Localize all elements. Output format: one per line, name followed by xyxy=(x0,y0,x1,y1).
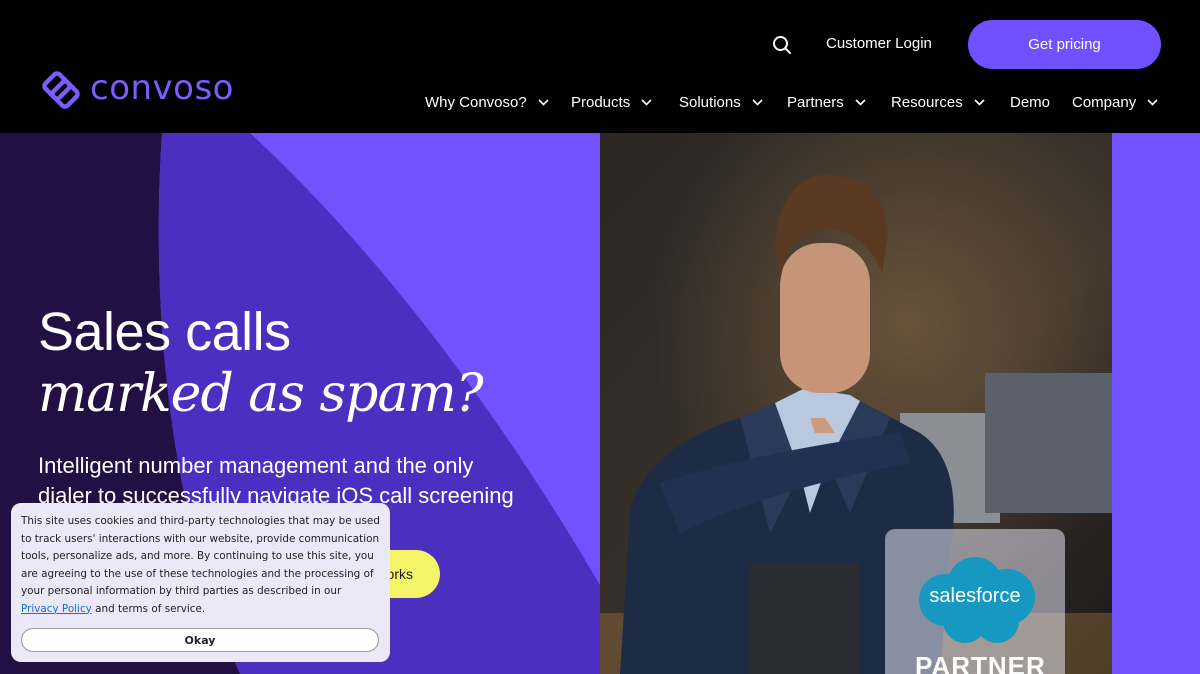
get-pricing-button[interactable]: Get pricing xyxy=(968,20,1161,69)
chevron-down-icon xyxy=(538,99,549,106)
nav-item-resources[interactable]: Resources xyxy=(891,94,985,111)
nav-item-label: Resources xyxy=(891,94,963,111)
hero-subtext: Intelligent number management and the on… xyxy=(38,453,514,508)
nav-item-why-convoso[interactable]: Why Convoso? xyxy=(425,94,549,111)
logo-text: convoso xyxy=(90,68,234,108)
convoso-logo-icon xyxy=(42,71,80,109)
chevron-down-icon xyxy=(974,99,985,106)
chevron-down-icon xyxy=(752,99,763,106)
nav-item-products[interactable]: Products xyxy=(571,94,652,111)
nav-item-partners[interactable]: Partners xyxy=(787,94,866,111)
site-header: convoso Customer Login Get pricing Why C… xyxy=(0,0,1200,133)
nav-item-label: Demo xyxy=(1010,94,1051,111)
nav-item-label: Solutions xyxy=(679,94,741,111)
salesforce-text: salesforce xyxy=(929,585,1021,607)
nav-item-demo[interactable]: Demo xyxy=(1010,94,1050,111)
nav-item-company[interactable]: Company xyxy=(1072,94,1158,111)
chevron-down-icon xyxy=(855,99,866,106)
privacy-policy-link[interactable]: Privacy Policy xyxy=(21,603,92,615)
chevron-down-icon xyxy=(641,99,652,106)
search-icon xyxy=(773,36,791,54)
partner-text: PARTNER xyxy=(915,651,1046,674)
chevron-down-icon xyxy=(1147,99,1158,106)
cookie-text-body: This site uses cookies and third-party t… xyxy=(21,515,380,597)
nav-item-label: Products xyxy=(571,94,631,111)
search-button[interactable] xyxy=(771,34,793,56)
nav-item-label: Company xyxy=(1072,94,1137,111)
hero-headline-line1: Sales calls xyxy=(38,302,291,362)
logo[interactable]: convoso xyxy=(38,67,234,113)
customer-login-link[interactable]: Customer Login xyxy=(826,35,932,52)
nav-item-solutions[interactable]: Solutions xyxy=(679,94,763,111)
cookie-text-end: and terms of service. xyxy=(95,602,206,615)
cookie-okay-button[interactable]: Okay xyxy=(21,628,379,652)
cookie-banner: This site uses cookies and third-party t… xyxy=(11,503,390,662)
nav-item-label: Partners xyxy=(787,94,844,111)
nav-item-label: Why Convoso? xyxy=(425,94,527,111)
hero-headline-line2: marked as spam? xyxy=(38,364,484,424)
cookie-text: This site uses cookies and third-party t… xyxy=(21,513,380,618)
salesforce-partner-badge: salesforce PARTNER xyxy=(885,529,1065,674)
